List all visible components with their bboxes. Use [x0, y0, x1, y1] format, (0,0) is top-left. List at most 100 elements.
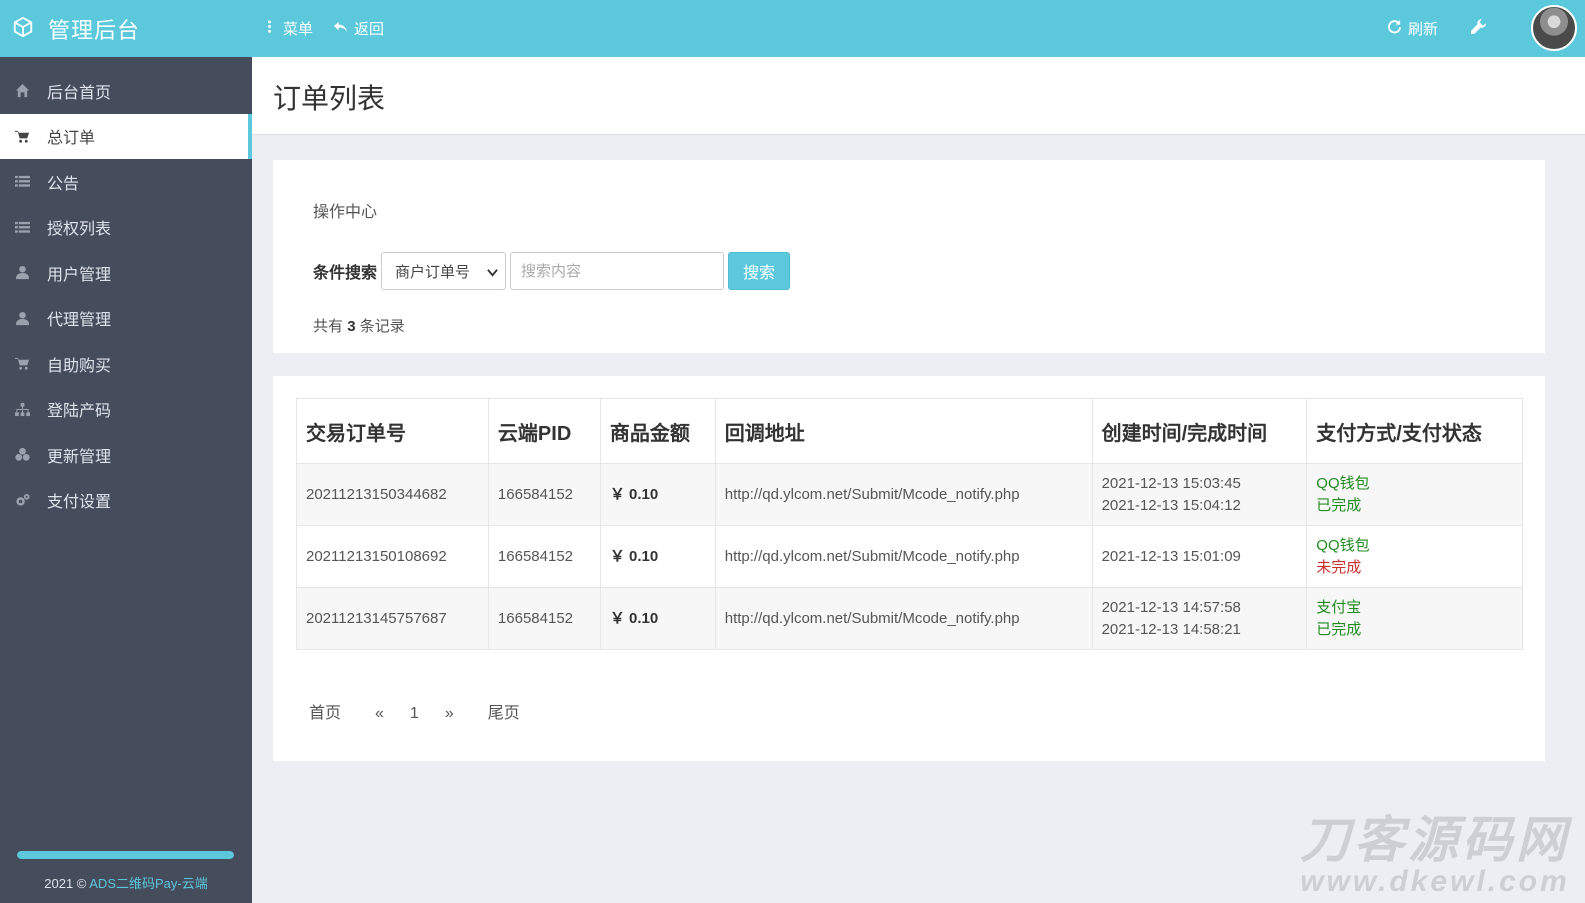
- created-time: 2021-12-13 15:03:45: [1101, 474, 1241, 492]
- orders-table: 交易订单号 云端PID 商品金额 回调地址 创建时间/完成时间 支付方式/支付状…: [296, 398, 1523, 650]
- sidebar: 后台首页总订单公告授权列表用户管理代理管理自助购买登陆产码更新管理支付设置 20…: [0, 57, 252, 903]
- sidebar-item-label: 授权列表: [47, 221, 112, 239]
- pid-cell: 166584152: [487, 587, 601, 650]
- sidebar-item-label: 自助购买: [47, 357, 112, 375]
- pager-prev[interactable]: «: [362, 703, 397, 725]
- search-field-select-value: 商户订单号: [395, 263, 471, 281]
- order-number: 20211213150344682: [306, 485, 447, 503]
- column-header: 回调地址: [714, 398, 1093, 464]
- record-count-prefix: 共有: [313, 318, 344, 335]
- sidebar-item[interactable]: 代理管理: [0, 296, 252, 342]
- search-label: 条件搜索: [313, 265, 378, 282]
- watermark-title: 刀客源码网: [1300, 812, 1570, 868]
- search-button[interactable]: 搜索: [728, 252, 791, 290]
- reply-icon: [333, 19, 354, 38]
- time-cell: 2021-12-13 15:03:45 2021-12-13 15:04:12: [1091, 463, 1308, 526]
- order-number: 20211213145757687: [306, 609, 447, 627]
- settings-button[interactable]: [1470, 0, 1487, 57]
- record-count-value: 3: [347, 318, 356, 335]
- pagination: 首页 « 1 » 尾页: [296, 703, 533, 725]
- order-number-cell: 20211213150108692: [296, 525, 489, 588]
- sidebar-menu: 后台首页总订单公告授权列表用户管理代理管理自助购买登陆产码更新管理支付设置: [0, 57, 252, 523]
- callback-url: http://qd.ylcom.net/Submit/Mcode_notify.…: [724, 547, 1020, 565]
- page-header: 订单列表: [252, 57, 1585, 135]
- sidebar-item-label: 公告: [47, 175, 80, 193]
- created-time: 2021-12-13 14:57:58: [1101, 598, 1241, 616]
- sidebar-item[interactable]: 登陆产码: [0, 387, 252, 433]
- amount-cell: ￥ 0.10: [599, 463, 716, 526]
- payment-cell: 支付宝 已完成: [1306, 587, 1523, 650]
- sidebar-item[interactable]: 总订单: [0, 113, 252, 159]
- cube-icon: [12, 16, 34, 42]
- record-count-suffix: 条记录: [359, 318, 405, 335]
- sidebar-item[interactable]: 后台首页: [0, 68, 252, 114]
- callback-cell: http://qd.ylcom.net/Submit/Mcode_notify.…: [714, 525, 1093, 588]
- callback-url: http://qd.ylcom.net/Submit/Mcode_notify.…: [724, 609, 1020, 627]
- menu-button[interactable]: 菜单: [262, 0, 313, 57]
- payment-cell: QQ钱包未完成: [1306, 525, 1523, 588]
- footer-copyright: 2021 © ADS二维码Pay-云端: [0, 873, 252, 892]
- brand[interactable]: 管理后台: [0, 0, 252, 57]
- order-number-cell: 20211213150344682: [296, 463, 489, 526]
- pay-status: 已完成: [1316, 620, 1362, 638]
- order-number-cell: 20211213145757687: [296, 587, 489, 650]
- pay-status: 未完成: [1316, 558, 1362, 576]
- sidebar-item-label: 用户管理: [47, 266, 112, 284]
- table-row: 20211213150344682 166584152 ￥ 0.10 http://q…: [296, 463, 1523, 526]
- pager-first[interactable]: 首页: [296, 703, 354, 725]
- sidebar-item-label: 支付设置: [47, 494, 112, 512]
- sidebar-item-label: 后台首页: [47, 84, 112, 102]
- column-header: 云端PID: [487, 398, 601, 464]
- refresh-icon: [1387, 19, 1408, 38]
- column-header: 商品金额: [599, 398, 716, 464]
- top-bar: 管理后台 菜单 返回 刷新: [0, 0, 1585, 57]
- pid: 166584152: [497, 485, 574, 503]
- amount: ￥ 0.10: [609, 609, 659, 627]
- sidebar-item-label: 登陆产码: [47, 403, 112, 421]
- back-button[interactable]: 返回: [333, 0, 384, 57]
- sidebar-progress-bar: [17, 851, 234, 859]
- pager-next[interactable]: »: [432, 703, 467, 725]
- wrench-icon: [1470, 18, 1487, 39]
- pay-method: QQ钱包: [1316, 536, 1370, 554]
- watermark-url: www.dkewl.com: [1300, 865, 1570, 898]
- sidebar-item[interactable]: 更新管理: [0, 432, 252, 478]
- page-title: 订单列表: [273, 83, 386, 114]
- cart-icon: [13, 128, 31, 144]
- refresh-button[interactable]: 刷新: [1387, 0, 1438, 57]
- column-header: 创建时间/完成时间: [1091, 398, 1308, 464]
- cart-icon: [13, 356, 31, 372]
- operation-panel-title: 操作中心: [313, 204, 378, 221]
- time-cell: 2021-12-13 15:01:09: [1091, 525, 1308, 588]
- refresh-label: 刷新: [1408, 21, 1439, 38]
- order-number: 20211213150108692: [306, 547, 447, 565]
- footer-brand-link[interactable]: ADS二维码Pay-云端: [89, 876, 207, 891]
- callback-cell: http://qd.ylcom.net/Submit/Mcode_notify.…: [714, 587, 1093, 650]
- column-header: 交易订单号: [296, 398, 489, 464]
- brand-title: 管理后台: [48, 17, 141, 43]
- pager-page-1[interactable]: 1: [397, 703, 432, 725]
- pager-last[interactable]: 尾页: [475, 703, 533, 725]
- sidebar-item-label: 代理管理: [47, 312, 112, 330]
- callback-cell: http://qd.ylcom.net/Submit/Mcode_notify.…: [714, 463, 1093, 526]
- sidebar-item[interactable]: 公告: [0, 159, 252, 205]
- back-label: 返回: [354, 21, 385, 38]
- sidebar-item[interactable]: 支付设置: [0, 478, 252, 524]
- finished-time: 2021-12-13 14:58:21: [1101, 620, 1241, 638]
- table-row: 20211213145757687 166584152 ￥ 0.10 http://q…: [296, 587, 1523, 650]
- orders-panel: 交易订单号 云端PID 商品金额 回调地址 创建时间/完成时间 支付方式/支付状…: [273, 376, 1545, 761]
- amount: ￥ 0.10: [609, 485, 659, 503]
- search-input[interactable]: [510, 252, 725, 290]
- sidebar-item[interactable]: 用户管理: [0, 250, 252, 296]
- avatar[interactable]: [1531, 5, 1577, 51]
- cubes-icon: [13, 447, 31, 463]
- operation-panel: 操作中心 条件搜索 商户订单号 搜索 共有 3 条记录: [273, 160, 1545, 353]
- search-field-select[interactable]: 商户订单号: [381, 252, 507, 290]
- pid: 166584152: [497, 609, 574, 627]
- pid-cell: 166584152: [487, 463, 601, 526]
- amount: ￥ 0.10: [609, 547, 659, 565]
- sidebar-item[interactable]: 自助购买: [0, 341, 252, 387]
- sidebar-item[interactable]: 授权列表: [0, 205, 252, 251]
- sidebar-item-label: 总订单: [47, 130, 96, 148]
- pay-method: 支付宝: [1316, 598, 1362, 616]
